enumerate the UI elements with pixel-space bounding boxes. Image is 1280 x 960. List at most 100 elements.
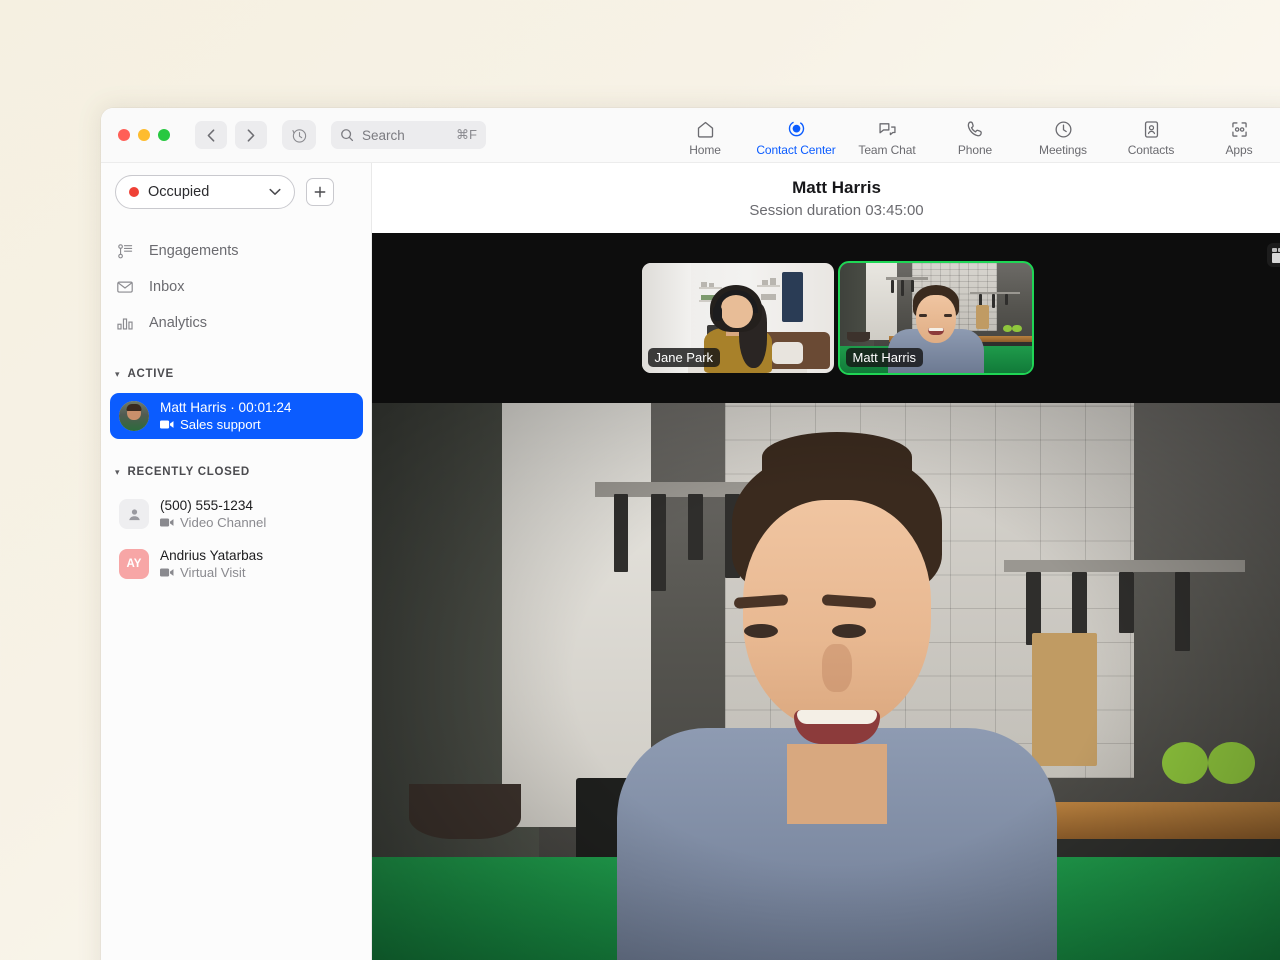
list-item-channel: Video Channel bbox=[160, 515, 266, 530]
analytics-icon bbox=[115, 314, 135, 332]
nav-label: Home bbox=[689, 143, 721, 157]
forward-button[interactable] bbox=[235, 121, 267, 149]
layout-grid-icon bbox=[1272, 248, 1280, 263]
section-title: ACTIVE bbox=[128, 368, 174, 380]
status-dot-icon bbox=[129, 187, 139, 197]
thumbnail-name-badge: Matt Harris bbox=[846, 348, 924, 367]
sidebar-item-inbox[interactable]: Inbox bbox=[101, 269, 371, 305]
chevron-left-icon bbox=[207, 129, 215, 142]
avatar-initials: AY bbox=[127, 558, 142, 570]
contact-center-icon bbox=[786, 119, 807, 140]
team-chat-icon bbox=[877, 119, 898, 140]
nav-item-team-chat[interactable]: Team Chat bbox=[843, 115, 931, 157]
nav-label: Team Chat bbox=[858, 143, 915, 157]
engagements-icon bbox=[115, 243, 135, 260]
list-item-name: Matt Harris · 00:01:24 bbox=[160, 400, 291, 415]
nav-item-apps[interactable]: Apps bbox=[1195, 115, 1280, 157]
video-camera-icon bbox=[160, 419, 174, 430]
video-camera-icon bbox=[160, 517, 174, 528]
list-item-channel-label: Sales support bbox=[180, 417, 261, 432]
sidebar-item-analytics[interactable]: Analytics bbox=[101, 305, 371, 341]
avatar bbox=[119, 499, 149, 529]
search-shortcut: ⌘F bbox=[456, 127, 477, 143]
layout-switch-button[interactable] bbox=[1267, 243, 1280, 267]
history-clock-icon bbox=[291, 127, 308, 144]
caret-down-icon: ▾ bbox=[115, 370, 120, 379]
nav-label: Contacts bbox=[1128, 143, 1175, 157]
home-icon bbox=[695, 119, 716, 140]
clock-icon bbox=[1053, 119, 1074, 140]
search-placeholder: Search bbox=[362, 128, 448, 143]
sidebar-item-label: Inbox bbox=[149, 279, 184, 295]
phone-icon bbox=[965, 119, 986, 140]
video-stage: Sophia Mosley bbox=[372, 233, 1280, 960]
agent-status-dropdown[interactable]: Occupied bbox=[115, 175, 295, 209]
nav-label: Apps bbox=[1226, 143, 1253, 157]
sidebar-item-label: Engagements bbox=[149, 243, 238, 259]
history-button[interactable] bbox=[282, 120, 316, 150]
status-label: Occupied bbox=[148, 184, 260, 200]
nav-item-phone[interactable]: Phone bbox=[931, 115, 1019, 157]
nav-label: Contact Center bbox=[756, 143, 835, 157]
nav-item-contacts[interactable]: Contacts bbox=[1107, 115, 1195, 157]
mail-icon bbox=[115, 278, 135, 296]
sidebar-nav-list: Engagements Inbox bbox=[101, 233, 371, 341]
participant-filmstrip: Jane Park bbox=[372, 233, 1280, 403]
list-item-name: (500) 555-1234 bbox=[160, 498, 266, 513]
caret-down-icon: ▾ bbox=[115, 468, 120, 477]
close-window-button[interactable] bbox=[118, 129, 130, 141]
search-icon bbox=[340, 128, 354, 142]
thumbnail-name-badge: Jane Park bbox=[648, 348, 721, 367]
chevron-down-icon bbox=[269, 188, 281, 196]
sidebar: Occupied bbox=[101, 163, 372, 960]
list-item[interactable]: AY Andrius Yatarbas Virtual Visit bbox=[110, 541, 363, 587]
section-header-active[interactable]: ▾ ACTIVE bbox=[101, 359, 371, 389]
person-icon bbox=[126, 506, 143, 523]
apps-icon bbox=[1229, 119, 1250, 140]
list-item-channel-label: Video Channel bbox=[180, 515, 266, 530]
nav-item-meetings[interactable]: Meetings bbox=[1019, 115, 1107, 157]
main-content: Matt Harris Session duration 03:45:00 bbox=[372, 163, 1280, 960]
history-nav-buttons bbox=[195, 121, 267, 149]
main-video-tile[interactable]: Sophia Mosley bbox=[372, 403, 1280, 960]
traffic-lights bbox=[118, 129, 170, 141]
list-item-channel: Virtual Visit bbox=[160, 565, 263, 580]
session-duration: Session duration 03:45:00 bbox=[749, 202, 923, 219]
section-header-recently-closed[interactable]: ▾ RECENTLY CLOSED bbox=[101, 457, 371, 487]
list-item-meta: Matt Harris · 00:01:24 Sales support bbox=[160, 400, 291, 432]
minimize-window-button[interactable] bbox=[138, 129, 150, 141]
status-row: Occupied bbox=[101, 175, 371, 209]
title-bar: Search ⌘F Home Contact Center bbox=[101, 108, 1280, 163]
app-window: Search ⌘F Home Contact Center bbox=[101, 108, 1280, 960]
section-title: RECENTLY CLOSED bbox=[128, 466, 250, 478]
nav-label: Phone bbox=[958, 143, 992, 157]
avatar: AY bbox=[119, 549, 149, 579]
list-item-name: Andrius Yatarbas bbox=[160, 548, 263, 563]
participant-thumbnail-matt-harris[interactable]: Matt Harris bbox=[840, 263, 1032, 373]
app-body: Occupied bbox=[101, 163, 1280, 960]
contacts-icon bbox=[1141, 119, 1162, 140]
list-item-meta: (500) 555-1234 Video Channel bbox=[160, 498, 266, 530]
plus-icon bbox=[313, 185, 327, 199]
avatar bbox=[119, 401, 149, 431]
chevron-right-icon bbox=[247, 129, 255, 142]
nav-item-home[interactable]: Home bbox=[661, 115, 749, 157]
nav-item-contact-center[interactable]: Contact Center bbox=[749, 115, 843, 157]
sidebar-item-label: Analytics bbox=[149, 315, 207, 331]
main-video-person bbox=[672, 448, 1002, 960]
back-button[interactable] bbox=[195, 121, 227, 149]
list-item-channel-label: Virtual Visit bbox=[180, 565, 245, 580]
maximize-window-button[interactable] bbox=[158, 129, 170, 141]
sidebar-item-engagements[interactable]: Engagements bbox=[101, 233, 371, 269]
add-engagement-button[interactable] bbox=[306, 178, 334, 206]
search-input[interactable]: Search ⌘F bbox=[331, 121, 486, 149]
list-item[interactable]: (500) 555-1234 Video Channel bbox=[110, 491, 363, 537]
list-item-meta: Andrius Yatarbas Virtual Visit bbox=[160, 548, 263, 580]
nav-label: Meetings bbox=[1039, 143, 1087, 157]
page-title: Matt Harris bbox=[792, 178, 881, 198]
participant-thumbnail-jane-park[interactable]: Jane Park bbox=[642, 263, 834, 373]
list-item[interactable]: Matt Harris · 00:01:24 Sales support bbox=[110, 393, 363, 439]
session-header: Matt Harris Session duration 03:45:00 bbox=[372, 163, 1280, 233]
video-camera-icon bbox=[160, 567, 174, 578]
list-item-channel: Sales support bbox=[160, 417, 291, 432]
